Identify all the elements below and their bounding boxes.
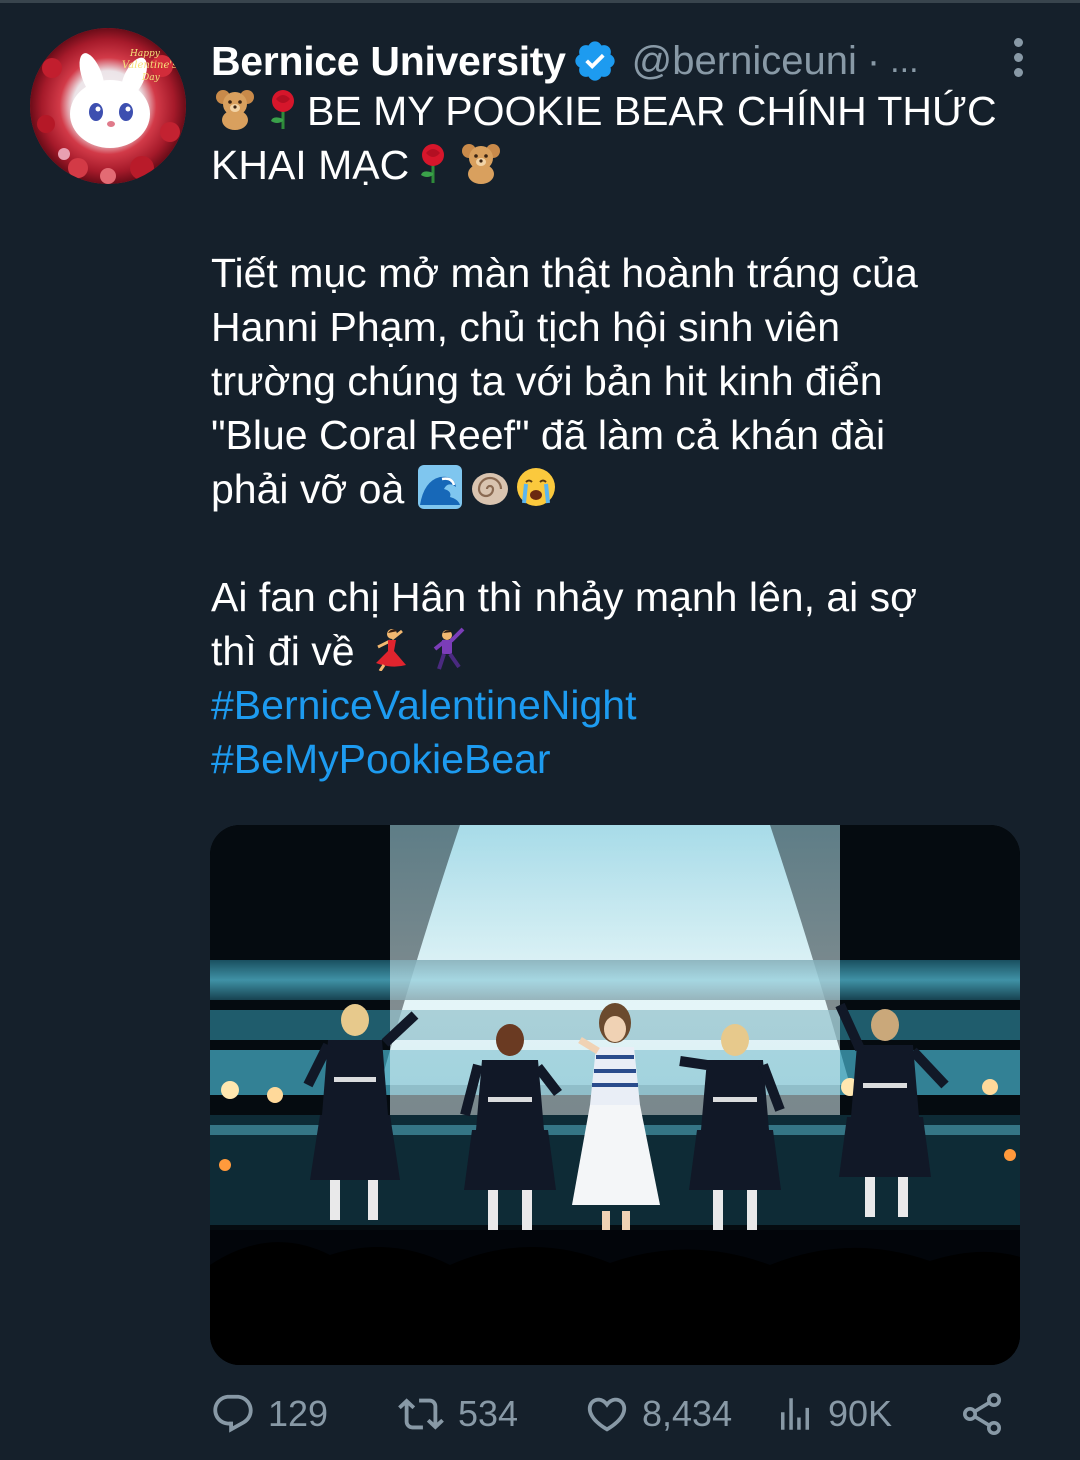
like-count: 8,434 <box>642 1393 733 1434</box>
more-options-icon[interactable] <box>1004 38 1032 82</box>
tweet-line: Ai fan chị Hân thì nhảy mạnh lên, ai sợ <box>211 574 918 620</box>
avatar-image: Happy Valentine's Day <box>30 28 186 184</box>
user-handle[interactable]: @berniceuni <box>632 39 857 84</box>
tweet-text: BE MY POOKIE BEAR CHÍNH THỨC KHAI MẠC Ti… <box>211 84 1041 786</box>
truncation-ellipsis: ... <box>890 41 919 80</box>
rose-icon <box>271 90 294 129</box>
like-button[interactable]: 8,434 <box>584 1384 732 1444</box>
tweet-line: BE MY POOKIE BEAR CHÍNH THỨC <box>211 84 1041 138</box>
man-dancing-icon <box>434 627 465 670</box>
rose-icon <box>421 144 445 183</box>
tweet-header: Bernice University @berniceuni · ... <box>211 34 1041 88</box>
retweet-button[interactable]: 534 <box>396 1384 518 1444</box>
share-button[interactable] <box>958 1384 1006 1444</box>
top-divider <box>0 0 1080 3</box>
views-count: 90K <box>828 1393 893 1434</box>
tweet-line: Tiết mục mở màn thật hoành tráng của <box>211 250 918 296</box>
spiral-shell-icon <box>471 473 508 505</box>
tweet-line: thì đi về <box>211 624 1041 678</box>
tweet-line: trường chúng ta với bản hit kinh điển <box>211 358 883 404</box>
reply-icon <box>213 1394 253 1433</box>
water-wave-icon <box>417 465 462 509</box>
crying-face-icon <box>516 468 555 506</box>
svg-text:Valentine's: Valentine's <box>122 60 177 71</box>
tweet-media-image[interactable] <box>210 825 1020 1365</box>
retweet-icon <box>398 1398 444 1430</box>
reply-button[interactable]: 129 <box>210 1384 328 1444</box>
hashtag-link[interactable]: #BerniceValentineNight <box>211 678 1041 732</box>
tweet-actions-bar: 129 534 8,434 90K <box>210 1384 1040 1444</box>
views-button[interactable]: 90K <box>774 1384 892 1444</box>
tweet-line: KHAI MẠC <box>211 138 1041 192</box>
teddy-bear-icon <box>216 90 254 130</box>
display-name[interactable]: Bernice University <box>211 38 566 85</box>
svg-text:Happy: Happy <box>129 49 161 59</box>
heart-icon <box>587 1397 627 1432</box>
tweet-line: "Blue Coral Reef" đã làm cả khán đài <box>211 412 886 458</box>
retweet-count: 534 <box>458 1393 519 1434</box>
separator-dot: · <box>866 38 881 83</box>
woman-dancing-icon <box>376 629 406 671</box>
share-icon <box>963 1393 1001 1435</box>
teddy-bear-icon <box>462 144 501 184</box>
tweet-line: phải vỡ oà <box>211 462 1041 516</box>
reply-count: 129 <box>268 1393 329 1434</box>
tweet-line: Hanni Phạm, chủ tịch hội sinh viên <box>211 304 841 350</box>
verified-badge-icon <box>575 41 615 81</box>
hashtag-link[interactable]: #BeMyPookieBear <box>211 732 1041 786</box>
svg-text:Day: Day <box>141 73 161 83</box>
views-chart-icon <box>781 1398 809 1430</box>
concert-stage-photo <box>210 825 1020 1365</box>
profile-avatar[interactable]: Happy Valentine's Day <box>30 28 186 184</box>
